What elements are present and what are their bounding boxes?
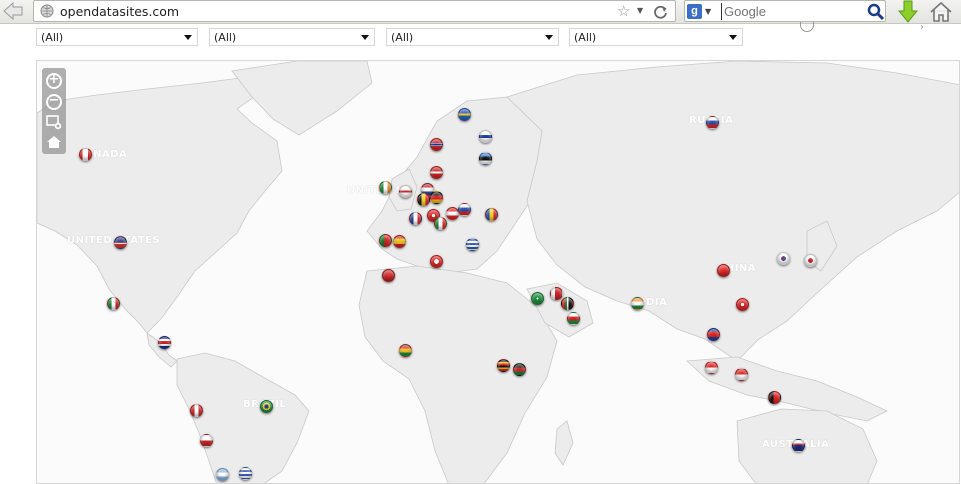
flag-marker-australia[interactable] bbox=[792, 439, 805, 452]
map-zoom-controls: + − bbox=[42, 68, 66, 154]
north-america-shape bbox=[37, 76, 283, 334]
flag-marker-moldova[interactable] bbox=[485, 208, 498, 221]
home-icon[interactable] bbox=[928, 0, 954, 24]
flag-marker-china[interactable] bbox=[717, 264, 730, 277]
flag-marker-canada[interactable] bbox=[79, 148, 92, 161]
download-icon[interactable] bbox=[896, 0, 920, 24]
flag-marker-bahrain[interactable] bbox=[550, 287, 563, 300]
url-history-dropdown-icon[interactable]: ▼ bbox=[637, 6, 643, 15]
flag-marker-singapore[interactable] bbox=[705, 361, 718, 374]
flag-marker-uganda[interactable] bbox=[497, 359, 510, 372]
dropdown-arrow-icon bbox=[361, 35, 369, 40]
flag-marker-uruguay[interactable] bbox=[239, 467, 252, 480]
south-america-shape bbox=[176, 352, 310, 483]
africa-shape bbox=[358, 265, 558, 483]
dropdown-arrow-icon bbox=[184, 35, 192, 40]
flag-marker-united-states[interactable] bbox=[114, 236, 127, 249]
zoom-in-icon[interactable]: + bbox=[46, 73, 62, 89]
home-extent-icon[interactable] bbox=[46, 134, 62, 150]
flag-marker-argentina[interactable] bbox=[216, 468, 229, 481]
flag-marker-italy[interactable] bbox=[434, 217, 447, 230]
back-arrow-icon bbox=[3, 1, 23, 21]
filter-dropdown-2[interactable]: (All) bbox=[209, 28, 375, 46]
filter-value: (All) bbox=[214, 31, 237, 44]
flag-marker-mexico[interactable] bbox=[107, 297, 120, 310]
flag-marker-south-korea[interactable] bbox=[777, 252, 790, 265]
url-text: opendatasites.com bbox=[60, 4, 180, 19]
flag-marker-slovakia[interactable] bbox=[458, 203, 471, 216]
flag-marker-chile[interactable] bbox=[200, 434, 213, 447]
flag-marker-russia[interactable] bbox=[706, 116, 719, 129]
flag-marker-hong-kong[interactable] bbox=[736, 298, 749, 311]
flag-marker-belgium[interactable] bbox=[417, 193, 430, 206]
dropdown-arrow-icon bbox=[729, 35, 737, 40]
flag-marker-spain[interactable] bbox=[393, 235, 406, 248]
flag-marker-brazil[interactable] bbox=[260, 400, 273, 413]
filter-value: (All) bbox=[574, 31, 597, 44]
back-button[interactable] bbox=[0, 0, 28, 22]
flag-marker-india[interactable] bbox=[631, 297, 644, 310]
filter-value: (All) bbox=[41, 31, 64, 44]
flag-marker-japan[interactable] bbox=[804, 254, 817, 267]
dropdown-arrow-icon bbox=[545, 35, 553, 40]
flag-marker-greece[interactable] bbox=[466, 238, 479, 251]
clipped-toolbar-icon[interactable] bbox=[800, 22, 814, 32]
reload-icon[interactable] bbox=[652, 3, 669, 20]
flag-marker-timor-leste[interactable] bbox=[768, 391, 781, 404]
search-input[interactable] bbox=[721, 3, 861, 20]
madagascar-shape bbox=[554, 420, 574, 466]
flag-marker-peru[interactable] bbox=[190, 404, 203, 417]
filter-dropdown-3[interactable]: (All) bbox=[386, 28, 559, 46]
flag-marker-morocco[interactable] bbox=[382, 269, 395, 282]
flag-marker-ireland[interactable] bbox=[379, 181, 392, 194]
flag-marker-denmark[interactable] bbox=[430, 166, 443, 179]
flag-marker-estonia[interactable] bbox=[479, 152, 492, 165]
flag-marker-sweden[interactable] bbox=[458, 108, 471, 121]
flag-marker-indonesia[interactable] bbox=[735, 368, 748, 381]
flag-marker-tunisia[interactable] bbox=[430, 255, 443, 268]
search-bar[interactable]: g ▼ bbox=[684, 0, 886, 22]
flag-marker-ghana[interactable] bbox=[399, 344, 412, 357]
zoom-box-icon[interactable] bbox=[46, 114, 62, 130]
flag-marker-saudi-arabia[interactable] bbox=[531, 292, 544, 305]
flag-marker-costa-rica[interactable] bbox=[158, 336, 171, 349]
filter-dropdown-1[interactable]: (All) bbox=[36, 28, 198, 46]
flag-marker-oman[interactable] bbox=[567, 312, 580, 325]
globe-icon bbox=[40, 4, 54, 18]
bookmark-star-icon[interactable]: ☆ bbox=[617, 2, 630, 20]
filter-dropdown-4[interactable]: (All) bbox=[569, 28, 743, 46]
google-engine-icon[interactable]: g bbox=[687, 4, 702, 19]
zoom-out-icon[interactable]: − bbox=[46, 94, 62, 110]
flag-marker-kenya[interactable] bbox=[513, 363, 526, 376]
clipped-chevron-icon[interactable]: › bbox=[920, 22, 924, 33]
flag-marker-norway[interactable] bbox=[430, 138, 443, 151]
flag-marker-finland[interactable] bbox=[479, 130, 492, 143]
map-landmass bbox=[37, 61, 959, 483]
filter-value: (All) bbox=[391, 31, 414, 44]
flag-marker-cambodia[interactable] bbox=[707, 328, 720, 341]
world-map[interactable]: CANADA UNITED STATES UNITED K RUSSIA CHI… bbox=[36, 60, 960, 484]
search-engine-dropdown-icon[interactable]: ▼ bbox=[705, 7, 711, 16]
flag-marker-germany[interactable] bbox=[430, 191, 443, 204]
browser-toolbar: opendatasites.com ☆ ▼ g ▼ bbox=[0, 0, 961, 24]
flag-marker-france[interactable] bbox=[409, 212, 422, 225]
label-united-kingdom: UNITED K bbox=[347, 185, 405, 196]
flag-marker-portugal[interactable] bbox=[379, 234, 392, 247]
flag-marker-united-kingdom[interactable] bbox=[399, 185, 412, 198]
flag-marker-uae[interactable] bbox=[561, 297, 574, 310]
address-bar[interactable]: opendatasites.com ☆ ▼ bbox=[33, 0, 676, 22]
search-icon[interactable] bbox=[867, 3, 885, 21]
